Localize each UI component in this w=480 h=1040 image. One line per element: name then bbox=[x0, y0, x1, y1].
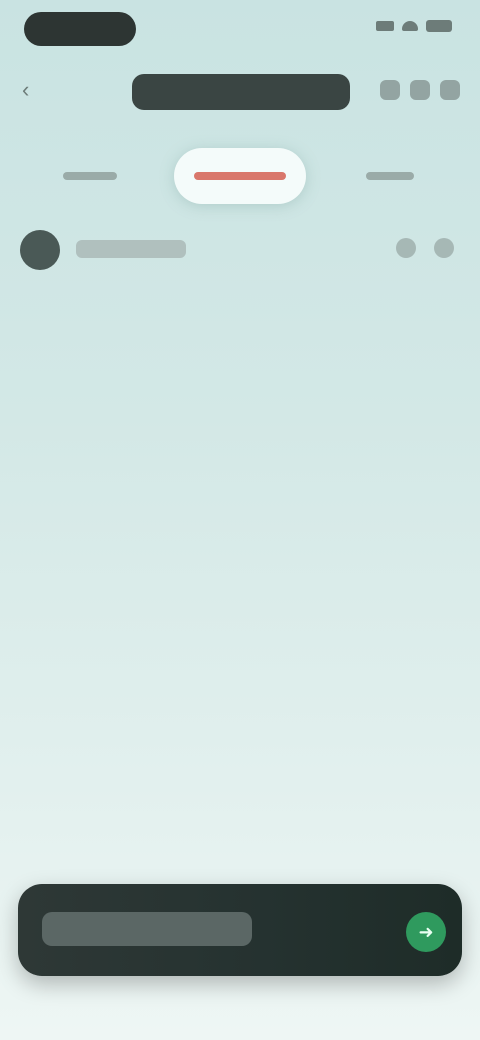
segmented-tabs bbox=[24, 140, 456, 212]
header: ‹ bbox=[0, 66, 480, 116]
chevron-left-icon[interactable]: ‹ bbox=[22, 78, 46, 102]
wifi-icon bbox=[402, 21, 418, 31]
go-button[interactable]: ➜ bbox=[406, 912, 446, 952]
bookmark-icon[interactable] bbox=[410, 80, 430, 100]
tab-1[interactable] bbox=[24, 148, 156, 204]
bottom-action-bar[interactable]: ➜ bbox=[18, 884, 462, 976]
bottom-bar-title bbox=[42, 912, 252, 946]
action-icon-2[interactable] bbox=[434, 238, 454, 258]
more-icon[interactable] bbox=[440, 80, 460, 100]
arrow-right-icon: ➜ bbox=[418, 921, 434, 942]
signal-icon bbox=[376, 21, 394, 31]
page-title bbox=[132, 74, 350, 110]
tab-1-label bbox=[63, 172, 117, 180]
status-pill bbox=[24, 12, 136, 46]
tab-3[interactable] bbox=[324, 148, 456, 204]
action-icon-1[interactable] bbox=[396, 238, 416, 258]
row-actions bbox=[396, 238, 454, 258]
status-bar bbox=[0, 0, 480, 60]
profile-row[interactable] bbox=[20, 226, 460, 274]
tab-2[interactable] bbox=[174, 148, 306, 204]
share-icon[interactable] bbox=[380, 80, 400, 100]
status-icons bbox=[376, 20, 452, 32]
header-actions bbox=[380, 80, 460, 100]
profile-name bbox=[76, 240, 186, 258]
tab-3-label bbox=[366, 172, 414, 180]
battery-icon bbox=[426, 20, 452, 32]
tab-2-label bbox=[194, 172, 286, 180]
avatar[interactable] bbox=[20, 230, 60, 270]
